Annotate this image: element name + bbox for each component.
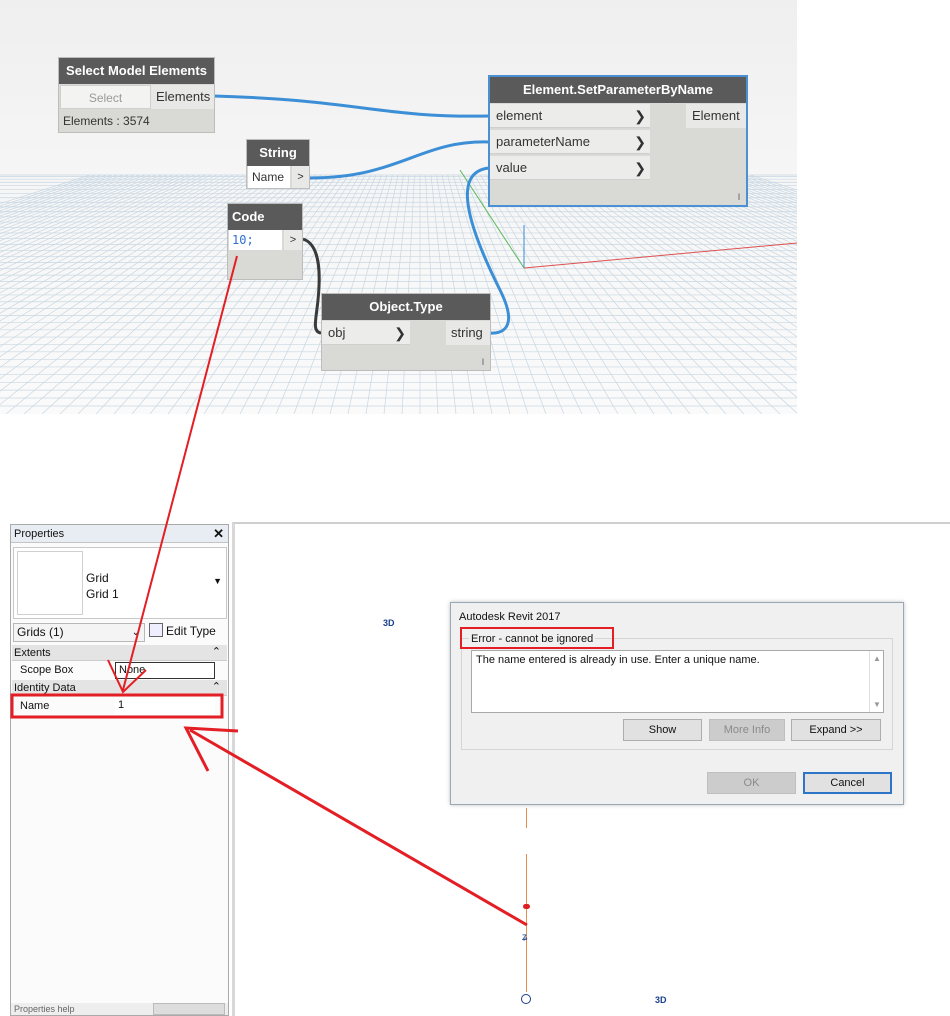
collapse-icon[interactable]: ⌃ [212,679,221,695]
property-row-name[interactable]: Name 1 [12,698,227,715]
type-family: Grid [86,571,109,585]
scrollbar[interactable]: ▲ ▼ [869,651,883,712]
property-row-scope-box[interactable]: Scope Box None [12,662,227,679]
instance-filter-select[interactable]: Grids (1) ⌄ [13,623,145,642]
chevron-right-icon: ❯ [394,325,406,341]
node-title: Element.SetParameterByName [490,77,746,103]
grid-line[interactable] [526,808,527,828]
panel-title-bar: Properties ✕ [11,525,228,543]
collapse-icon[interactable]: ⌃ [212,644,221,660]
edit-type-label: Edit Type [166,624,216,638]
properties-help-link[interactable]: Properties help [14,1004,75,1014]
grid-break-icon[interactable]: ʑ [522,932,527,943]
chevron-right-icon: ❯ [634,108,646,124]
dynamo-canvas[interactable]: Select Model Elements Select Elements El… [0,0,797,414]
type-preview-image [17,551,83,615]
port-label: parameterName [496,134,590,149]
type-selector[interactable]: Grid Grid 1 ▼ [13,547,227,619]
section-extents[interactable]: Extents ⌃ [12,645,227,661]
string-node[interactable]: String Name > [246,139,310,189]
ok-button[interactable]: OK [707,772,796,794]
property-value[interactable]: None [115,662,215,679]
error-message-box[interactable]: The name entered is already in use. Ente… [471,650,884,713]
property-value[interactable]: 1 [115,698,215,715]
string-value[interactable]: Name [248,166,290,188]
dropdown-arrow-icon[interactable]: ▼ [213,576,222,586]
scroll-down-icon[interactable]: ▼ [873,700,881,709]
input-port-parametername[interactable]: parameterName ❯ [490,130,650,154]
error-message: The name entered is already in use. Ente… [476,654,760,666]
chevron-right-icon: ❯ [634,134,646,150]
port-label: obj [328,325,346,340]
section-label: Extents [14,647,51,659]
properties-help-bar: Properties help [11,1003,228,1015]
input-port-element[interactable]: element ❯ [490,104,650,128]
output-port[interactable]: > [292,166,309,188]
show-button[interactable]: Show [623,719,702,741]
output-port-string[interactable]: string [446,321,490,345]
grid-head-circle[interactable] [521,994,531,1004]
grid-3d-label[interactable]: 3D [655,995,667,1005]
grid-3d-label[interactable]: 3D [383,618,395,628]
instance-filter-value: Grids (1) [17,625,64,639]
close-icon[interactable]: ✕ [213,525,224,543]
select-model-elements-node[interactable]: Select Model Elements Select Elements El… [58,57,215,133]
properties-panel: Properties ✕ Grid Grid 1 ▼ Grids (1) ⌄ E… [10,524,229,1016]
error-dialog: Autodesk Revit 2017 Error - cannot be ig… [450,602,904,805]
code-editor[interactable]: 10; [229,230,282,250]
port-label: element [496,108,543,123]
scroll-up-icon[interactable]: ▲ [873,654,881,663]
chevron-right-icon: ❯ [634,160,646,176]
property-key: Name [20,700,50,712]
section-label: Identity Data [14,682,76,694]
lacing-indicator: l [738,192,740,202]
apply-button[interactable] [153,1003,225,1015]
type-name: Grid 1 [86,587,119,601]
port-label: value [496,160,528,175]
expand-button[interactable]: Expand >> [791,719,881,741]
output-port[interactable]: > [284,230,302,250]
grid-line[interactable] [526,854,527,992]
grid-end-marker[interactable] [523,904,530,909]
section-identity-data[interactable]: Identity Data ⌃ [12,680,227,696]
node-title: Code Block [228,204,302,250]
input-port-obj[interactable]: obj ❯ [322,321,410,345]
chevron-down-icon: ⌄ [131,627,140,638]
cancel-button[interactable]: Cancel [803,772,892,794]
node-title: Select Model Elements [59,58,214,84]
edit-type-button[interactable]: Edit Type [149,622,216,640]
input-port-value[interactable]: value ❯ [490,156,650,180]
more-info-button[interactable]: More Info [709,719,785,741]
error-severity-label: Error - cannot be ignored [469,633,596,645]
set-parameter-by-name-node[interactable]: Element.SetParameterByName element ❯ par… [488,75,748,207]
property-key: Scope Box [20,664,74,676]
select-button[interactable]: Select [60,85,151,109]
lacing-indicator: l [482,357,484,367]
node-title: Object.Type [322,294,490,320]
dialog-title: Autodesk Revit 2017 [459,611,561,623]
panel-title: Properties [14,528,65,540]
node-title: String [247,140,309,166]
node-info: Elements : 3574 [63,114,150,128]
output-port-elements[interactable]: Elements [151,85,214,109]
code-block-node[interactable]: Code Block 10; > [227,203,303,280]
edit-type-icon [149,623,163,637]
object-type-node[interactable]: Object.Type obj ❯ string l [321,293,491,371]
output-port-element[interactable]: Element [686,104,746,128]
